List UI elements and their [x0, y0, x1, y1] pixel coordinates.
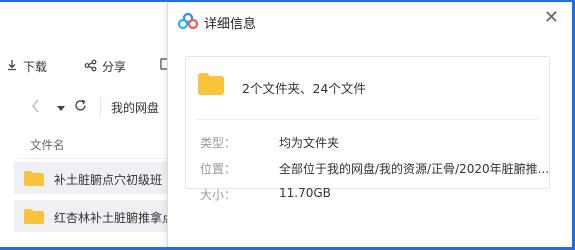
dialog-title: 详细信息	[204, 17, 257, 32]
selection-summary: 2个文件夹、24个文件	[242, 81, 366, 96]
folder-icon	[24, 209, 44, 228]
column-header-filename[interactable]: 文件名	[30, 137, 65, 153]
window-border-top	[0, 0, 575, 2]
header-divider	[18, 158, 168, 159]
file-name: 红杏林补土脏腑推拿点	[54, 211, 175, 225]
breadcrumb[interactable]: 我的网盘	[111, 99, 159, 116]
back-icon[interactable]	[32, 99, 40, 116]
details-card: 2个文件夹、24个文件 类型： 均为文件夹 位置： 全部位于我的网盘/我的资源/…	[185, 56, 550, 202]
nav-divider	[100, 97, 101, 115]
location-label: 位置：	[200, 162, 237, 176]
refresh-icon[interactable]	[74, 99, 87, 115]
download-button[interactable]: 下载	[6, 58, 47, 75]
share-button[interactable]: 分享	[84, 58, 126, 75]
cloud-logo-icon	[177, 12, 199, 30]
details-dialog: 详细信息 ✕ 2个文件夹、24个文件 类型： 均为文件夹 位置： 全部位于我的网…	[167, 3, 571, 247]
list-item[interactable]: 红杏林补土脏腑推拿点	[14, 200, 174, 232]
file-name: 补土脏腑点穴初级班	[54, 173, 163, 187]
close-icon[interactable]: ✕	[544, 7, 559, 28]
download-icon	[6, 59, 18, 74]
card-divider	[196, 119, 539, 120]
history-dropdown-icon[interactable]	[57, 101, 65, 115]
download-label: 下载	[23, 60, 48, 74]
folder-icon	[198, 73, 224, 99]
size-label: 大小：	[200, 188, 237, 202]
type-label: 类型：	[200, 136, 237, 150]
app-window: 下载 分享 我的网盘 文件名 补土脏腑点穴初级班 红杏林补土脏腑推拿点 详细信息…	[0, 0, 575, 250]
location-value[interactable]: 全部位于我的网盘/我的资源/正骨/2020年脏腑推...	[279, 160, 549, 177]
size-value: 11.70GB	[279, 186, 331, 200]
share-label: 分享	[102, 60, 127, 74]
type-value: 均为文件夹	[279, 136, 340, 150]
share-icon	[84, 59, 97, 75]
folder-icon	[24, 171, 44, 190]
list-item[interactable]: 补土脏腑点穴初级班	[14, 162, 174, 194]
